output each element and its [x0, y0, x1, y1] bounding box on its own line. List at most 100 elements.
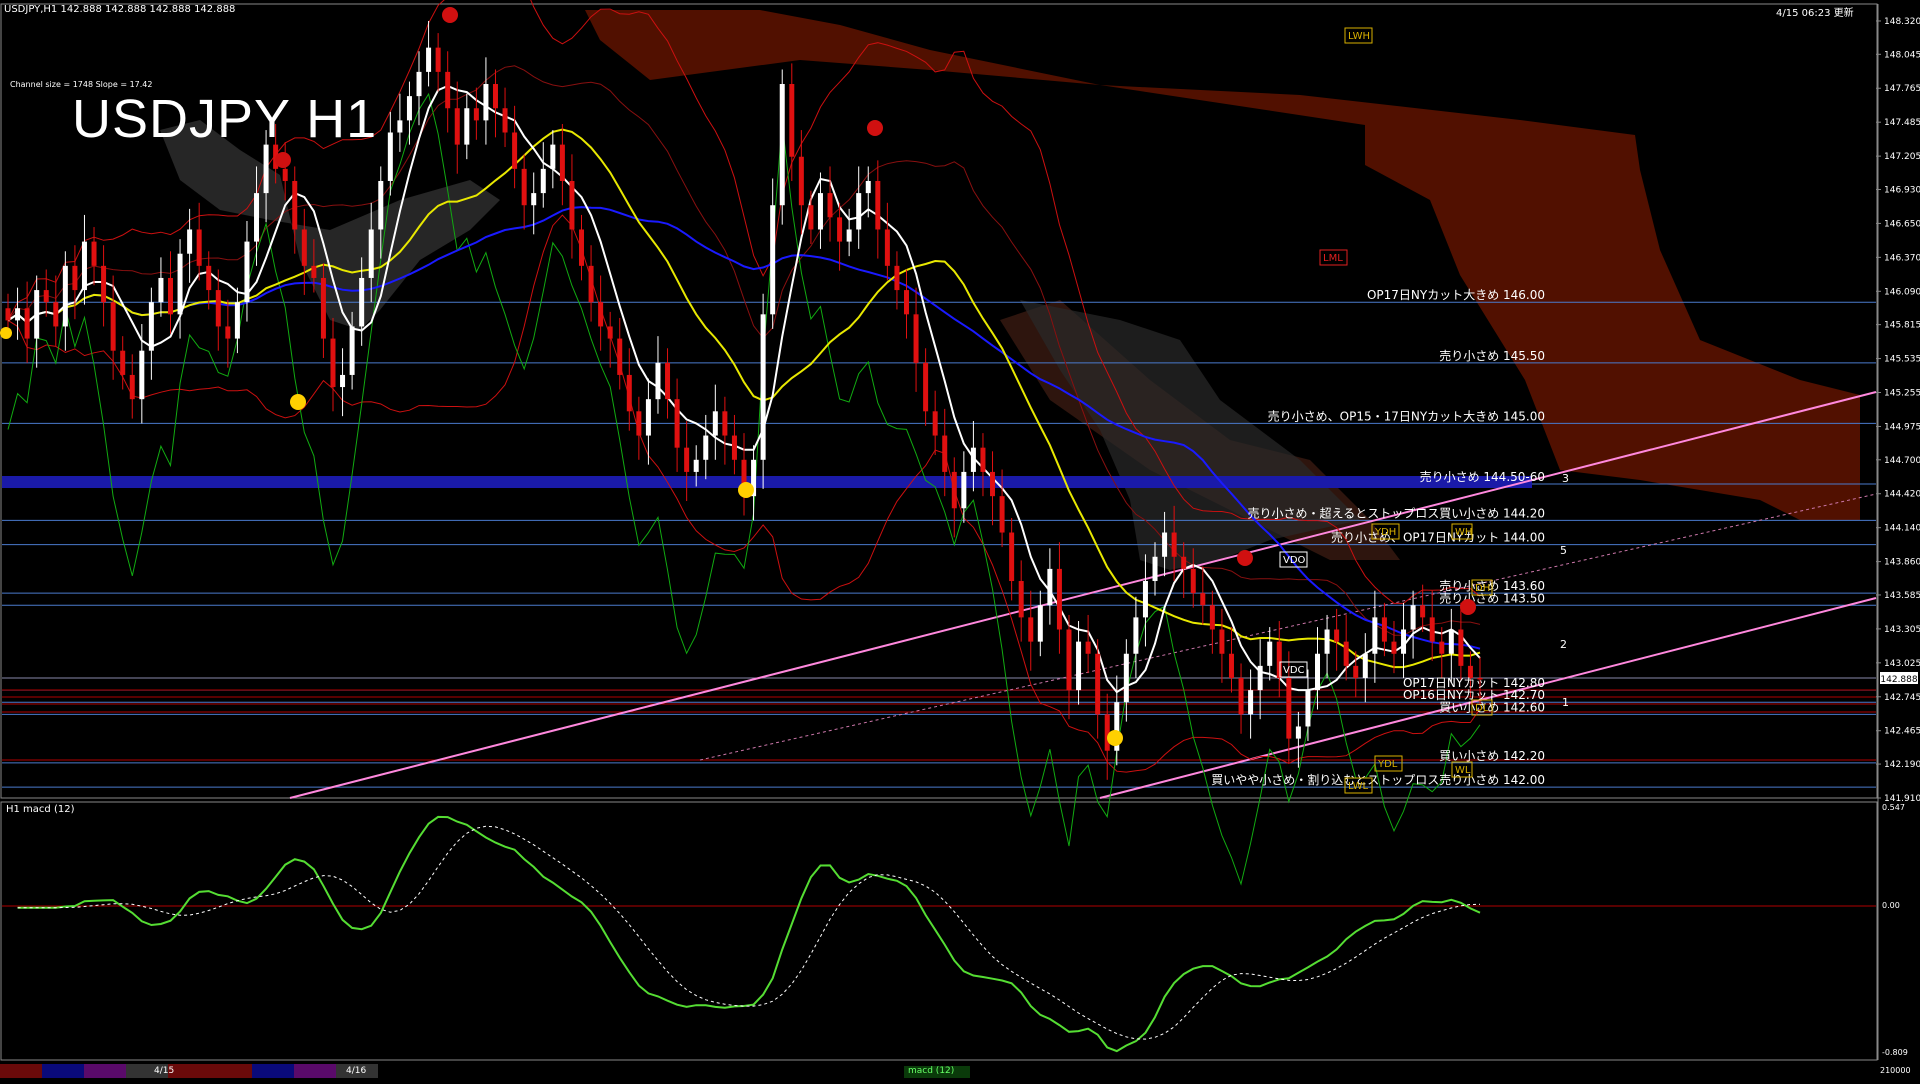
candle-123 — [1181, 556, 1187, 569]
candle-27 — [263, 144, 269, 194]
macd-label: H1 macd (12) — [6, 804, 75, 815]
candle-130 — [1248, 690, 1254, 715]
box-tag-lwh: LWH — [1348, 31, 1370, 42]
candle-60 — [579, 229, 585, 266]
price-tick-15: 144.140 — [1884, 524, 1920, 534]
price-tick-3: 147.485 — [1884, 118, 1920, 128]
candle-95 — [913, 314, 919, 363]
price-tick-6: 146.650 — [1884, 219, 1920, 229]
candle-40 — [387, 132, 393, 181]
level-label-12: 買いやや小さめ・割り込むとストップロス売り小さめ 142.00 — [1211, 772, 1545, 787]
candle-102 — [980, 447, 986, 472]
candle-90 — [865, 180, 871, 194]
candle-52 — [502, 108, 508, 133]
candle-45 — [435, 47, 441, 72]
price-tick-19: 143.025 — [1884, 659, 1920, 669]
candle-82 — [789, 84, 795, 157]
price-tick-7: 146.370 — [1884, 253, 1920, 263]
candle-87 — [837, 217, 843, 242]
candle-104 — [999, 496, 1005, 533]
current-price-tag: 142.888 — [1880, 672, 1918, 685]
level-label-4: 売り小さめ・超えるとストップロス買い小さめ 144.20 — [1248, 505, 1545, 520]
candle-23 — [225, 326, 231, 339]
candle-43 — [416, 71, 422, 97]
candle-64 — [617, 338, 623, 375]
candle-24 — [234, 302, 240, 339]
candle-119 — [1142, 581, 1148, 618]
candle-86 — [827, 193, 833, 218]
candle-49 — [473, 108, 479, 121]
candle-4 — [43, 290, 49, 303]
candle-36 — [349, 326, 355, 375]
candle-29 — [282, 168, 288, 181]
candle-148 — [1420, 605, 1426, 618]
candle-142 — [1362, 653, 1368, 678]
candle-101 — [970, 447, 976, 472]
candle-135 — [1295, 726, 1301, 739]
candle-14 — [139, 350, 145, 400]
candle-79 — [760, 314, 766, 460]
candle-150 — [1439, 641, 1445, 654]
candle-15 — [148, 302, 154, 351]
macd-scale-top: 0.547 — [1882, 803, 1905, 812]
candle-145 — [1391, 641, 1397, 654]
candle-74 — [712, 411, 718, 436]
candle-76 — [731, 435, 737, 460]
candle-107 — [1028, 617, 1034, 642]
candle-151 — [1448, 629, 1454, 654]
candle-121 — [1162, 532, 1168, 557]
candle-149 — [1429, 617, 1435, 642]
level-label-0: OP17日NYカット大きめ 146.00 — [1367, 288, 1545, 302]
candle-57 — [550, 144, 556, 169]
date-label-2: 4/16 — [346, 1066, 367, 1076]
price-tick-1: 148.045 — [1884, 50, 1920, 60]
candle-50 — [483, 84, 489, 121]
candle-16 — [158, 277, 164, 303]
price-tick-9: 145.815 — [1884, 321, 1920, 331]
price-tick-22: 142.190 — [1884, 760, 1920, 770]
level-label-11: 買い小さめ 142.20 — [1439, 749, 1545, 763]
box-tag-lwl: LWL — [1348, 781, 1369, 792]
candle-30 — [292, 180, 298, 230]
candle-80 — [770, 205, 776, 315]
candle-125 — [1200, 593, 1206, 606]
candle-97 — [932, 411, 938, 436]
candle-109 — [1047, 568, 1053, 606]
candle-12 — [120, 350, 126, 375]
candle-54 — [521, 168, 527, 206]
candle-131 — [1257, 665, 1263, 691]
price-tick-8: 146.090 — [1884, 287, 1920, 297]
candle-140 — [1343, 641, 1349, 666]
candle-59 — [569, 180, 575, 230]
candle-75 — [722, 411, 728, 436]
candle-53 — [512, 132, 518, 169]
candle-11 — [110, 302, 116, 351]
resistance-band — [2, 476, 1532, 488]
price-tick-12: 144.975 — [1884, 422, 1920, 432]
candle-9 — [91, 241, 97, 266]
candle-108 — [1037, 605, 1043, 642]
box-tag-wl: WL — [1455, 765, 1471, 776]
candle-113 — [1085, 641, 1091, 654]
wave-label-2: 2 — [1560, 638, 1567, 651]
level-label-2: 売り小さめ、OP15・17日NYカット大きめ 145.00 — [1268, 408, 1545, 423]
candle-72 — [693, 459, 699, 472]
candle-51 — [492, 84, 498, 109]
candle-133 — [1276, 641, 1282, 678]
price-tick-21: 142.465 — [1884, 727, 1920, 737]
candle-65 — [626, 374, 632, 412]
box-tag-vdc: VDC — [1283, 665, 1305, 676]
chart-canvas[interactable]: 148.320 148.045 147.765 147.485 147.205 146.9… — [0, 0, 1920, 1080]
macd-scale-zero: 0.00 — [1882, 901, 1900, 910]
candle-110 — [1056, 568, 1062, 630]
price-tick-11: 145.255 — [1884, 389, 1920, 399]
candle-39 — [378, 180, 384, 230]
price-tick-10: 145.535 — [1884, 355, 1920, 365]
candle-118 — [1133, 617, 1139, 654]
candle-42 — [406, 96, 412, 121]
candle-17 — [167, 277, 173, 315]
candle-31 — [301, 229, 307, 266]
candle-26 — [254, 193, 260, 242]
level-label-5: 売り小さめ、OP17日NYカット 144.00 — [1331, 530, 1545, 545]
candle-38 — [368, 229, 374, 278]
